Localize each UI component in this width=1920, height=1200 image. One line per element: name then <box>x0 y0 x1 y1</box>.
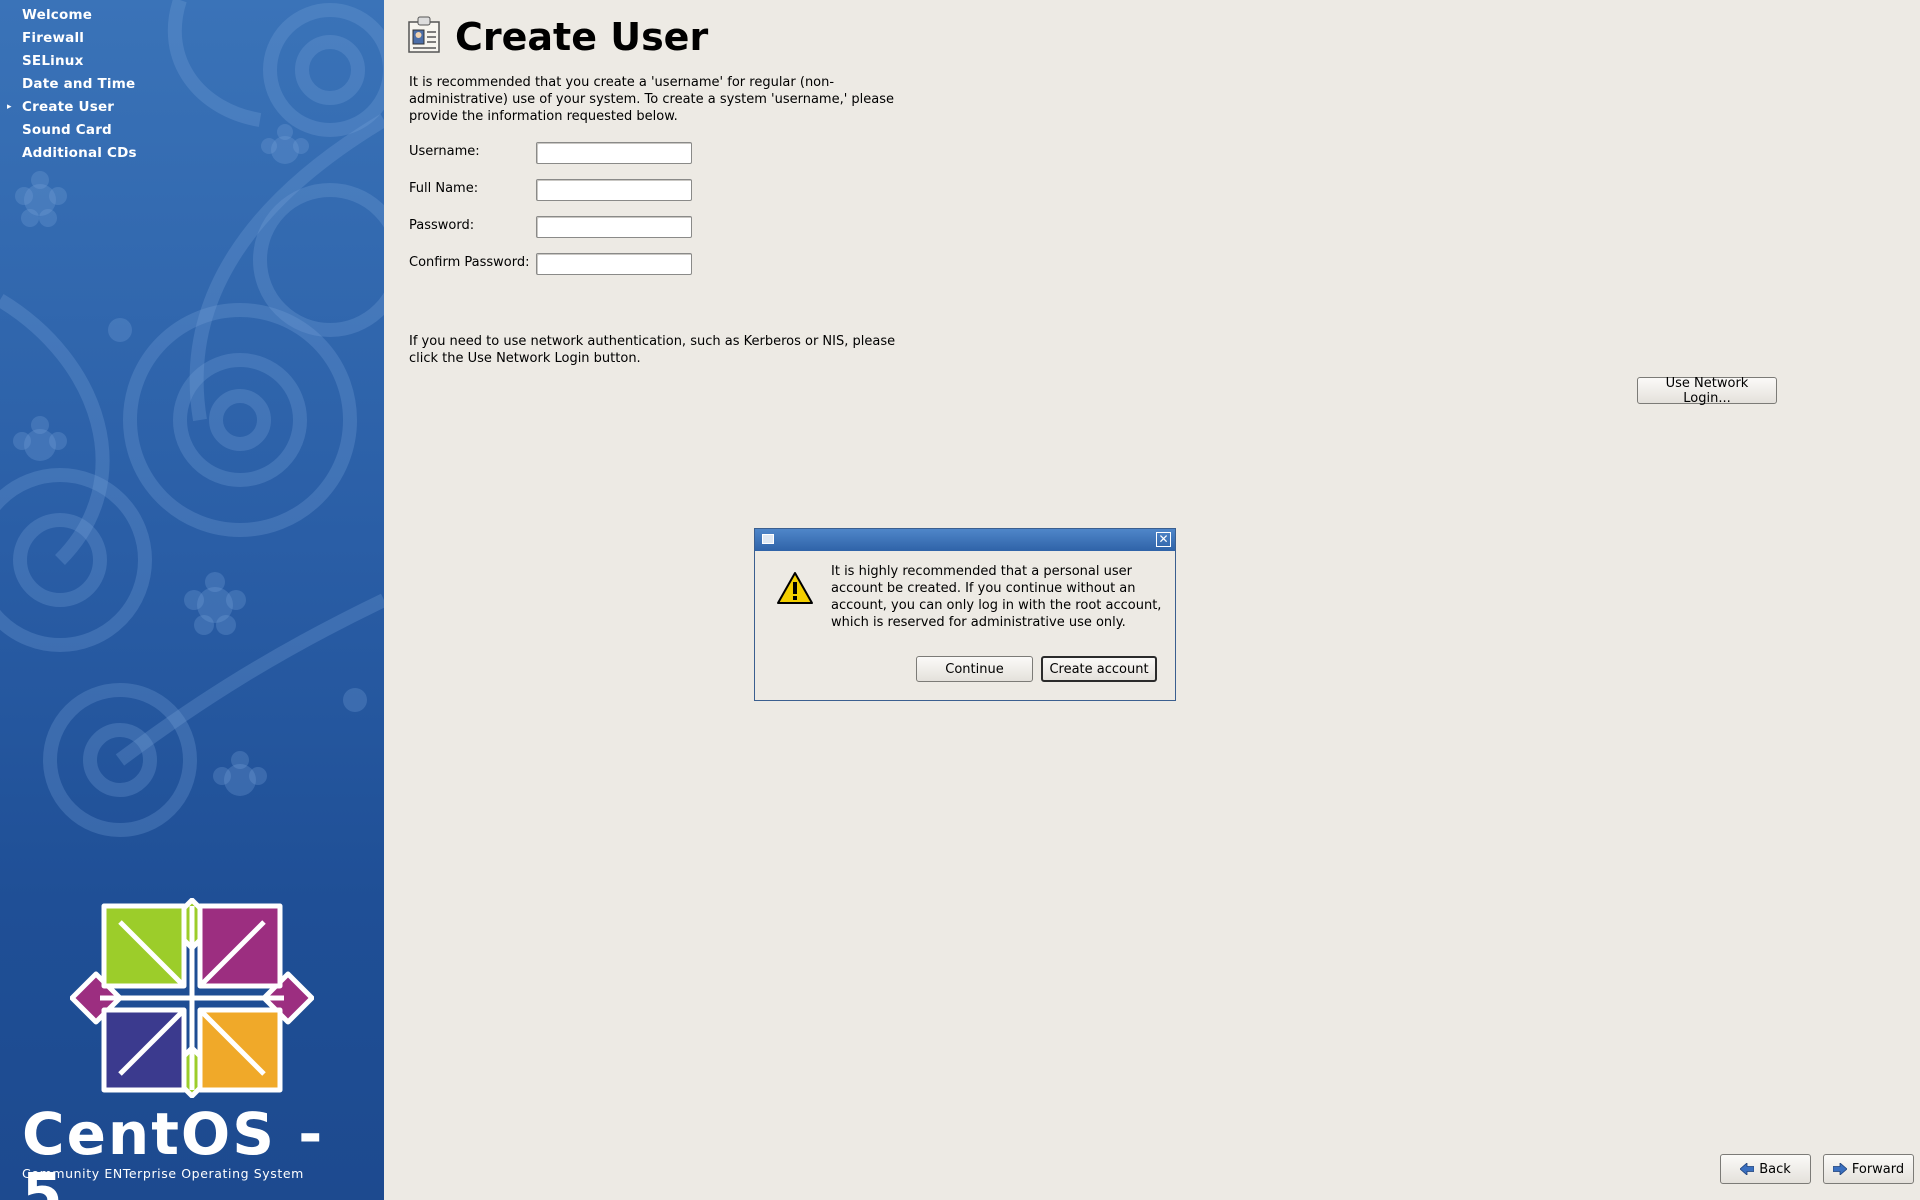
password-input[interactable] <box>536 216 692 238</box>
forward-button[interactable]: Forward <box>1823 1154 1914 1184</box>
sidebar-item-label: Welcome <box>22 7 93 23</box>
dialog-message: It is highly recommended that a personal… <box>831 564 1162 630</box>
intro-text: It is recommended that you create a 'use… <box>409 75 895 124</box>
full-name-input[interactable] <box>536 179 692 201</box>
sidebar-nav: Welcome Firewall SELinux Date and Time ▸… <box>0 4 384 165</box>
confirm-password-label: Confirm Password: <box>409 255 530 270</box>
sidebar-item-sound-card: Sound Card <box>0 119 384 142</box>
confirm-password-input[interactable] <box>536 253 692 275</box>
sidebar-item-date-and-time: Date and Time <box>0 73 384 96</box>
username-input[interactable] <box>536 142 692 164</box>
back-button[interactable]: Back <box>1720 1154 1811 1184</box>
sidebar: Welcome Firewall SELinux Date and Time ▸… <box>0 0 384 1200</box>
sidebar-item-label: SELinux <box>22 53 84 69</box>
user-card-icon <box>408 16 440 53</box>
full-name-label: Full Name: <box>409 181 479 196</box>
warning-dialog: ✕ It is highly recommended that a person… <box>754 528 1176 701</box>
window-menu-icon[interactable] <box>762 534 774 544</box>
forward-button-label: Forward <box>1851 1161 1905 1177</box>
continue-button[interactable]: Continue <box>916 656 1033 682</box>
back-button-label: Back <box>1759 1161 1791 1177</box>
sidebar-item-selinux: SELinux <box>0 50 384 73</box>
forward-arrow-icon <box>1832 1163 1847 1175</box>
dialog-titlebar: ✕ <box>755 529 1175 551</box>
centos-logo-icon <box>70 898 314 1098</box>
network-auth-text: If you need to use network authenticatio… <box>409 334 896 366</box>
current-step-arrow-icon: ▸ <box>7 102 12 112</box>
sidebar-item-firewall: Firewall <box>0 27 384 50</box>
brand-name: CentOS - 5 <box>22 1100 325 1200</box>
sidebar-item-additional-cds: Additional CDs <box>0 142 384 165</box>
brand-tagline: Community ENTerprise Operating System <box>22 1166 304 1181</box>
create-account-button[interactable]: Create account <box>1041 656 1157 682</box>
back-arrow-icon <box>1740 1163 1755 1175</box>
page-title: Create User <box>455 15 709 59</box>
sidebar-item-label: Create User <box>22 99 115 115</box>
username-label: Username: <box>409 144 480 159</box>
password-label: Password: <box>409 218 475 233</box>
sidebar-item-label: Date and Time <box>22 76 136 92</box>
use-network-login-button[interactable]: Use Network Login... <box>1637 376 1777 406</box>
sidebar-item-create-user: ▸ Create User <box>0 96 384 119</box>
warning-icon <box>777 572 813 604</box>
sidebar-item-label: Sound Card <box>22 122 112 138</box>
close-icon[interactable]: ✕ <box>1156 532 1171 547</box>
sidebar-item-label: Firewall <box>22 30 85 46</box>
sidebar-item-label: Additional CDs <box>22 145 137 161</box>
sidebar-item-welcome: Welcome <box>0 4 384 27</box>
